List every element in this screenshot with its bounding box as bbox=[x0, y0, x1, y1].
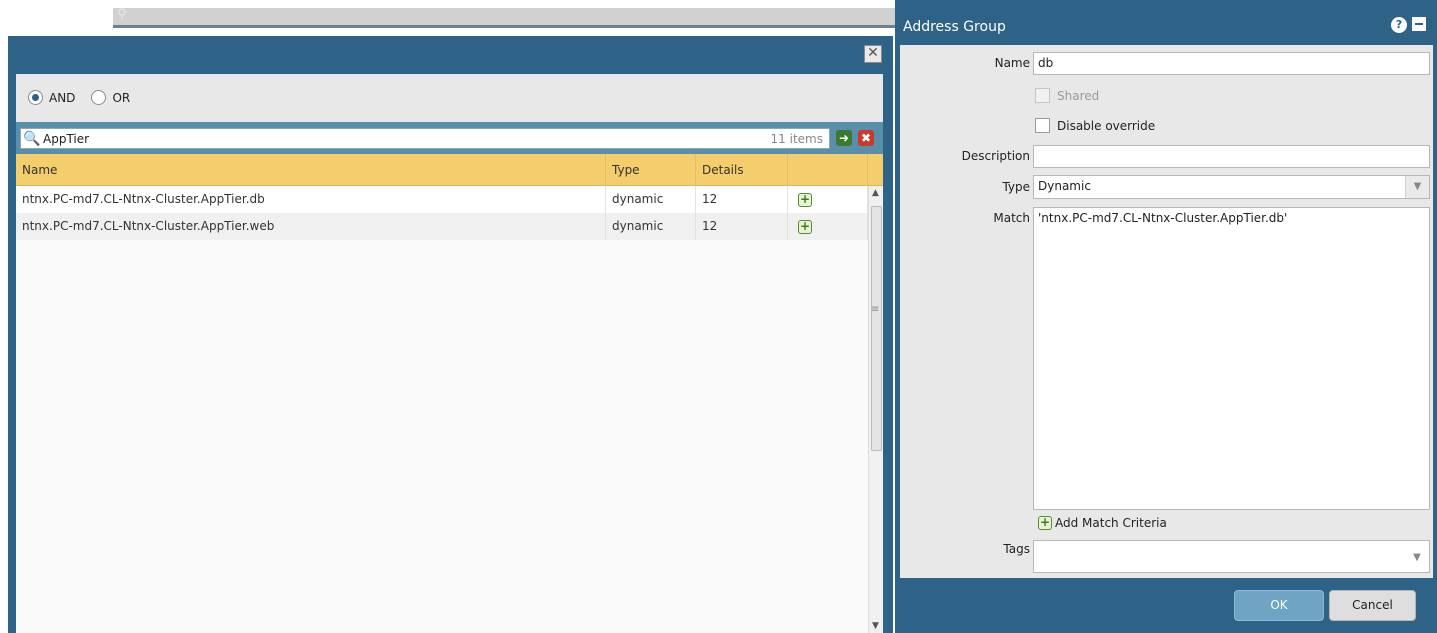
row-type: dynamic bbox=[606, 186, 696, 213]
and-radio-label: AND bbox=[49, 90, 76, 105]
background-toolbar: ⚲ bbox=[0, 0, 895, 36]
description-field[interactable] bbox=[1033, 145, 1430, 168]
scroll-down-icon[interactable]: ▼ bbox=[872, 621, 879, 631]
shared-label: Shared bbox=[1057, 89, 1100, 103]
plus-icon[interactable]: + bbox=[798, 193, 812, 207]
disable-override-label: Disable override bbox=[1057, 119, 1156, 133]
or-radio[interactable] bbox=[91, 90, 107, 105]
table-row[interactable]: ntnx.PC-md7.CL-Ntnx-Cluster.AppTier.db d… bbox=[16, 186, 868, 213]
row-name: ntnx.PC-md7.CL-Ntnx-Cluster.AppTier.db bbox=[16, 186, 606, 213]
type-label: Type bbox=[1002, 180, 1030, 194]
grid-scrollbar[interactable]: ▲ ≡ ▼ bbox=[868, 186, 883, 633]
or-radio-label: OR bbox=[112, 90, 131, 105]
scroll-thumb[interactable] bbox=[871, 206, 882, 451]
match-field[interactable]: 'ntnx.PC-md7.CL-Ntnx-Cluster.AppTier.db' bbox=[1033, 207, 1430, 510]
scroll-up-icon[interactable]: ▲ bbox=[872, 188, 879, 198]
filter-dialog: ✕ AND OR 🔍 AppTier 11 items ➜ ✖ Name Typ… bbox=[8, 36, 893, 633]
match-label: Match bbox=[993, 211, 1030, 225]
row-type: dynamic bbox=[606, 213, 696, 240]
column-header-actions bbox=[788, 154, 868, 186]
address-group-dialog: Address Group ? Name db Shared Disable o… bbox=[895, 0, 1437, 633]
address-group-form: Name db Shared Disable override Descript… bbox=[900, 45, 1433, 578]
scroll-grip-icon: ≡ bbox=[871, 304, 880, 315]
column-header-name[interactable]: Name bbox=[16, 154, 606, 186]
background-search-icon: ⚲ bbox=[117, 7, 127, 22]
cancel-button[interactable]: Cancel bbox=[1329, 590, 1416, 621]
row-details: 12 bbox=[696, 186, 788, 213]
tags-label: Tags bbox=[1003, 542, 1030, 556]
description-label: Description bbox=[961, 149, 1030, 163]
table-row[interactable]: ntnx.PC-md7.CL-Ntnx-Cluster.AppTier.web … bbox=[16, 213, 868, 240]
search-value[interactable]: AppTier bbox=[41, 132, 771, 146]
name-label: Name bbox=[994, 56, 1030, 70]
results-grid: Name Type Details ntnx.PC-md7.CL-Ntnx-Cl… bbox=[16, 154, 883, 633]
search-input[interactable]: 🔍 AppTier 11 items bbox=[20, 128, 830, 149]
row-add-cell: + bbox=[788, 186, 868, 213]
type-value: Dynamic bbox=[1038, 179, 1091, 193]
disable-override-checkbox[interactable] bbox=[1035, 118, 1050, 133]
background-tab bbox=[113, 8, 895, 28]
add-match-criteria-label: Add Match Criteria bbox=[1055, 516, 1167, 530]
chevron-down-icon[interactable]: ▼ bbox=[1405, 176, 1429, 198]
plus-icon[interactable]: + bbox=[798, 220, 812, 234]
dialog-title: Address Group bbox=[903, 19, 1006, 35]
grid-header: Name Type Details bbox=[16, 154, 883, 186]
name-field[interactable]: db bbox=[1033, 52, 1430, 75]
search-bar: 🔍 AppTier 11 items ➜ ✖ bbox=[16, 122, 883, 154]
minimize-icon[interactable] bbox=[1412, 17, 1426, 31]
row-details: 12 bbox=[696, 213, 788, 240]
row-add-cell: + bbox=[788, 213, 868, 240]
row-name: ntnx.PC-md7.CL-Ntnx-Cluster.AppTier.web bbox=[16, 213, 606, 240]
arrow-right-icon[interactable]: ➜ bbox=[836, 130, 852, 146]
items-count: 11 items bbox=[770, 131, 823, 146]
logic-radio-group: AND OR bbox=[28, 90, 140, 105]
ok-button[interactable]: OK bbox=[1234, 590, 1324, 621]
column-header-details[interactable]: Details bbox=[696, 154, 788, 186]
tags-field[interactable]: ▼ bbox=[1033, 540, 1430, 573]
chevron-down-icon[interactable]: ▼ bbox=[1405, 541, 1429, 572]
type-select[interactable]: Dynamic ▼ bbox=[1033, 175, 1430, 199]
filter-panel: AND OR 🔍 AppTier 11 items ➜ ✖ Name Type … bbox=[16, 74, 883, 633]
column-header-type[interactable]: Type bbox=[606, 154, 696, 186]
and-radio[interactable] bbox=[28, 90, 43, 105]
clear-x-icon[interactable]: ✖ bbox=[858, 130, 874, 146]
help-icon[interactable]: ? bbox=[1391, 17, 1407, 33]
plus-icon: + bbox=[1038, 515, 1052, 530]
add-match-criteria-button[interactable]: + Add Match Criteria bbox=[1038, 516, 1167, 530]
search-icon: 🔍 bbox=[23, 130, 41, 147]
close-icon[interactable]: ✕ bbox=[864, 45, 882, 63]
shared-checkbox[interactable] bbox=[1035, 88, 1050, 103]
